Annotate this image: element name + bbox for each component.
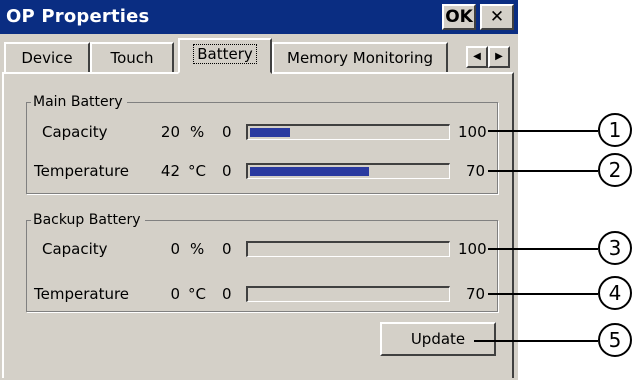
tab-device[interactable]: Device (4, 42, 90, 72)
main-temperature-bar (246, 163, 450, 179)
backup-capacity-unit: % (190, 240, 205, 258)
main-capacity-value: 20 (160, 123, 180, 141)
main-temperature-min: 0 (222, 162, 232, 180)
callout-5: 5 (598, 323, 632, 357)
main-temperature-label: Temperature (34, 162, 130, 180)
update-button[interactable]: Update (380, 322, 496, 356)
backup-battery-title: Backup Battery (31, 211, 145, 229)
tab-scroll-left-icon[interactable]: ◀ (466, 46, 488, 68)
callout-3: 3 (598, 231, 632, 265)
callout-line-4 (488, 293, 598, 295)
main-capacity-max: 100 (458, 123, 487, 141)
main-temperature-unit: °C (188, 162, 206, 180)
close-icon[interactable]: ✕ (480, 4, 514, 30)
backup-temperature-max: 70 (466, 285, 486, 303)
backup-capacity-min: 0 (222, 240, 232, 258)
title-bar: OP Properties OK ✕ (0, 0, 518, 34)
backup-capacity-label: Capacity (42, 240, 108, 258)
callout-line-1 (488, 130, 598, 132)
callout-1: 1 (598, 113, 632, 147)
main-capacity-fill (250, 128, 290, 137)
main-capacity-bar (246, 124, 450, 140)
callout-4: 4 (598, 276, 632, 310)
callout-line-5 (474, 340, 598, 342)
tab-strip: Device Touch Battery Memory Monitoring ◀… (0, 34, 518, 74)
main-capacity-label: Capacity (42, 123, 108, 141)
backup-temperature-unit: °C (188, 285, 206, 303)
backup-temperature-bar (246, 286, 450, 302)
callout-2: 2 (598, 153, 632, 187)
tab-battery[interactable]: Battery (178, 38, 272, 74)
op-properties-dialog: OP Properties OK ✕ Device Touch Battery … (0, 0, 518, 380)
backup-capacity-max: 100 (458, 240, 487, 258)
main-capacity-unit: % (190, 123, 205, 141)
backup-temperature-label: Temperature (34, 285, 130, 303)
main-temperature-value: 42 (160, 162, 180, 180)
ok-button[interactable]: OK (442, 4, 476, 30)
backup-capacity-bar (246, 241, 450, 257)
tab-memory-monitoring[interactable]: Memory Monitoring (272, 42, 448, 72)
tab-scroll-right-icon[interactable]: ▶ (488, 46, 510, 68)
window-title: OP Properties (6, 6, 150, 27)
callout-line-2 (488, 170, 598, 172)
main-temperature-max: 70 (466, 162, 486, 180)
backup-capacity-value: 0 (170, 240, 180, 258)
main-battery-title: Main Battery (31, 93, 127, 111)
backup-temperature-value: 0 (170, 285, 180, 303)
tab-touch[interactable]: Touch (90, 42, 174, 72)
callout-line-3 (488, 248, 598, 250)
main-capacity-min: 0 (222, 123, 232, 141)
backup-temperature-min: 0 (222, 285, 232, 303)
main-temperature-fill (250, 167, 369, 176)
